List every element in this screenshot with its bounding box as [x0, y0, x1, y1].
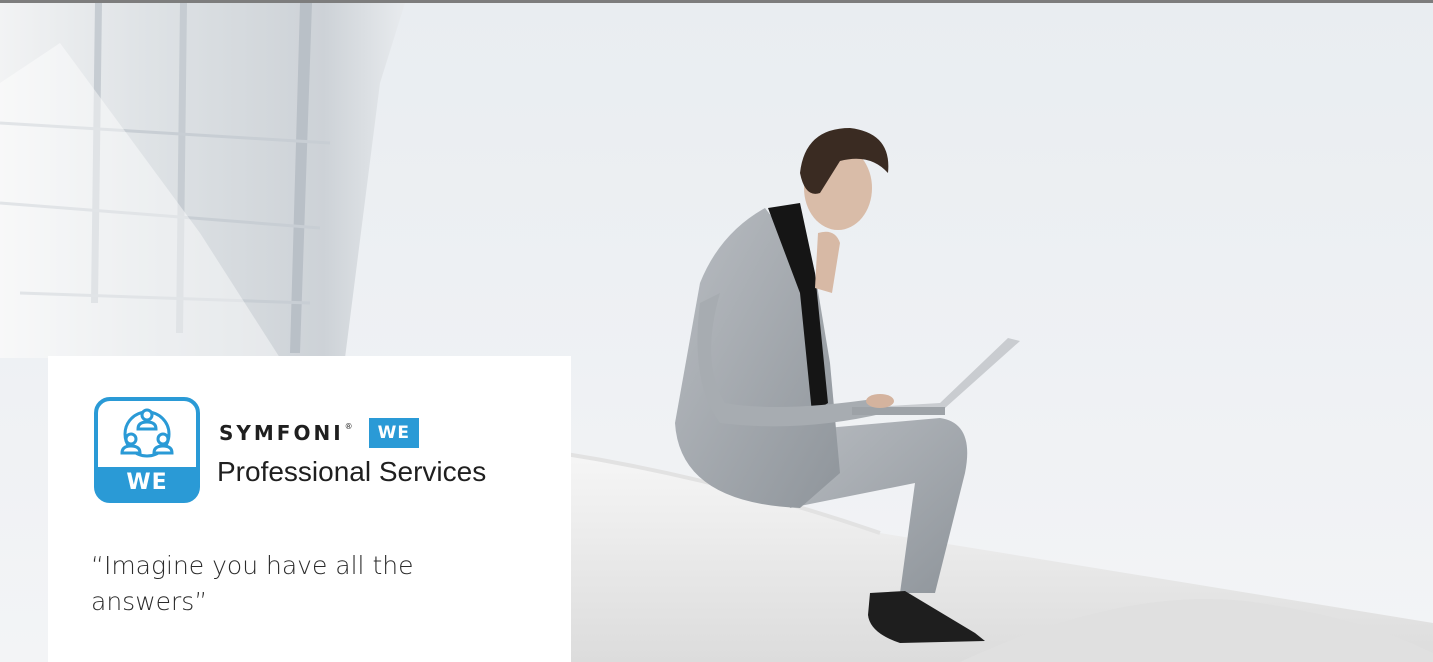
registered-mark: ® — [344, 422, 353, 431]
product-badge: WE — [368, 418, 420, 448]
product-name: Professional Services — [217, 456, 487, 487]
tagline-quote: “Imagine you have all the answers” — [91, 551, 414, 616]
we-app-logo: WE — [94, 397, 200, 503]
top-divider — [0, 0, 1433, 3]
logo-tile-label: WE — [126, 470, 168, 495]
brand-lockup: SYMFONI ® WE — [219, 418, 420, 448]
brand-name: SYMFONI — [219, 421, 344, 445]
product-promo-card: WE SYMFONI ® WE Professional Services “I… — [48, 356, 571, 662]
